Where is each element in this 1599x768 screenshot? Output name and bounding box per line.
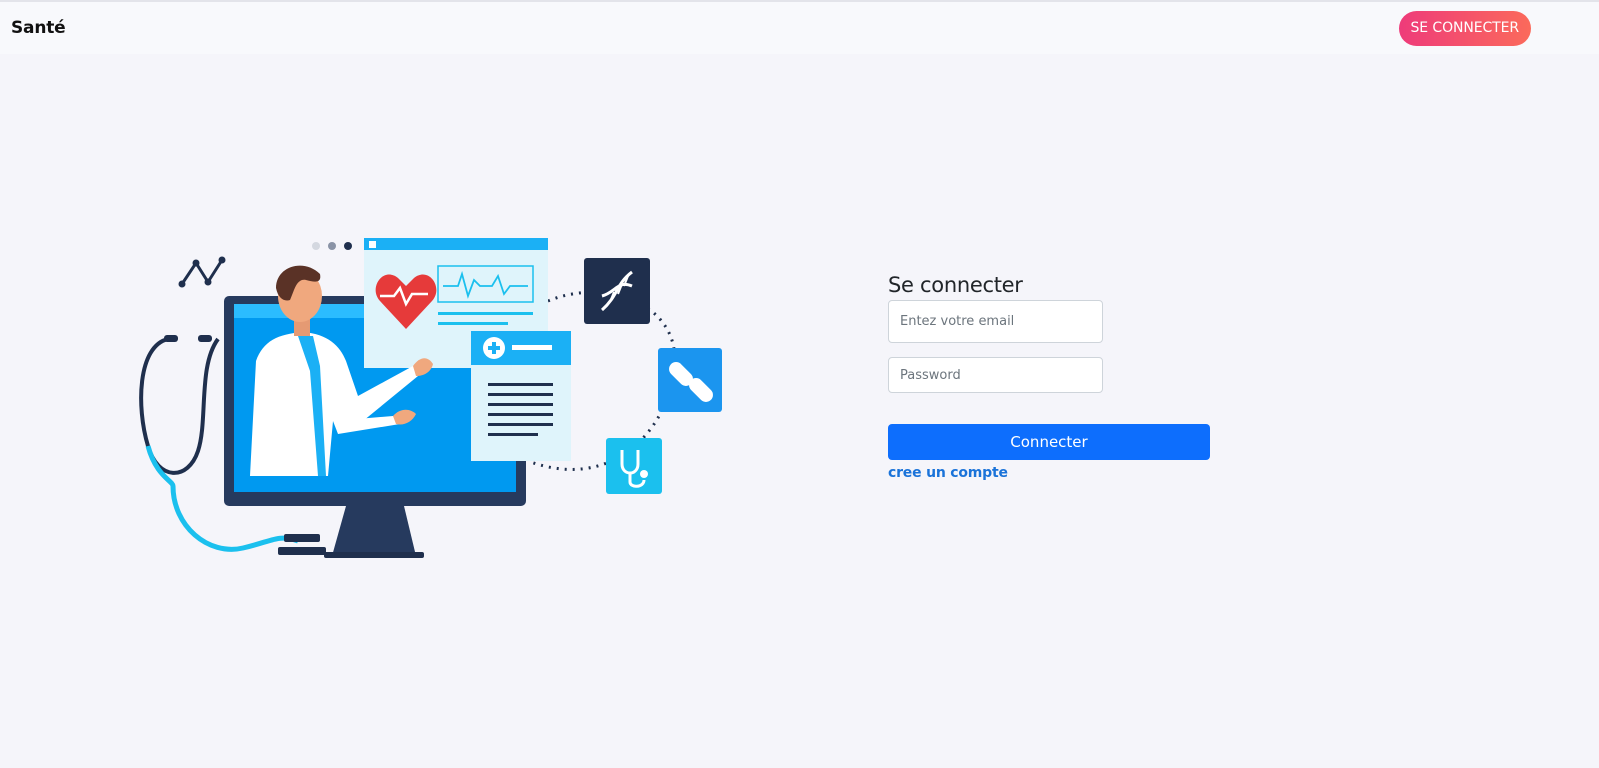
stethoscope-icon (606, 438, 662, 494)
brand-logo[interactable]: Santé (11, 18, 66, 38)
page: Santé SE CONNECTER Se connecter Entez vo… (0, 0, 1599, 768)
chart-line-icon (178, 256, 226, 288)
create-account-link[interactable]: cree un compte (888, 465, 1008, 481)
telemedicine-illustration (139, 238, 722, 558)
dna-icon (584, 258, 650, 324)
email-field[interactable] (888, 300, 1103, 343)
decorative-dots (312, 242, 352, 250)
medical-report-icon (471, 331, 571, 461)
connect-button[interactable]: Connecter (888, 424, 1210, 460)
nav-login-button[interactable]: SE CONNECTER (1398, 10, 1531, 46)
login-title: Se connecter (888, 273, 1023, 297)
password-field[interactable] (888, 357, 1103, 393)
navbar: Santé SE CONNECTER (0, 0, 1599, 54)
login-form: Se connecter Connecter cree un compte (888, 272, 1210, 482)
pills-icon (658, 348, 722, 412)
